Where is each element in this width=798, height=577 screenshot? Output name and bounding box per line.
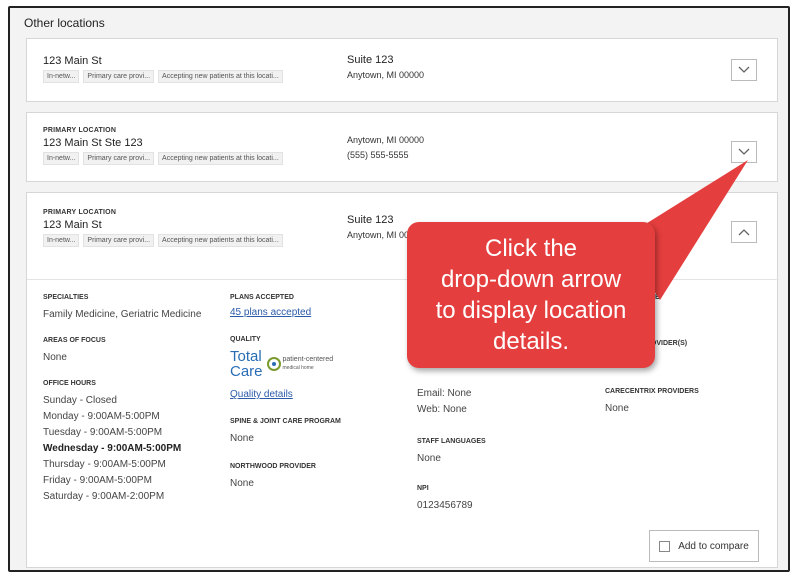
plans-accepted-link[interactable]: 45 plans accepted	[230, 307, 410, 318]
quality-details-link[interactable]: Quality details	[230, 389, 410, 400]
compare-checkbox[interactable]	[659, 540, 671, 552]
patient-centered-line2: medical home	[282, 365, 314, 371]
locations-panel: Other locations 123 Main St In-netw... P…	[8, 6, 790, 572]
office-hours-heading: OFFICE HOURS	[43, 380, 96, 387]
network-tag: In-netw...	[43, 152, 80, 165]
patient-centered-line1: patient-centered	[282, 356, 334, 363]
primary-location-label: PRIMARY LOCATION	[43, 127, 117, 134]
hours-saturday: Saturday - 9:00AM-2:00PM	[43, 491, 165, 502]
northwood-heading: NORTHWOOD PROVIDER	[230, 463, 316, 470]
hours-friday: Friday - 9:00AM-5:00PM	[43, 475, 152, 486]
pcp-tag: Primary care provi...	[83, 234, 155, 247]
web-value: Web: None	[417, 404, 467, 415]
hours-wednesday: Wednesday - 9:00AM-5:00PM	[43, 443, 182, 454]
location-city: Anytown, MI 00000	[347, 70, 425, 80]
hours-sunday: Sunday - Closed	[43, 395, 117, 406]
location-card[interactable]: PRIMARY LOCATION 123 Main St Ste 123 In-…	[26, 112, 778, 182]
total-care-line2: Care	[230, 363, 263, 380]
accepting-patients-tag: Accepting new patients at this locati...	[158, 70, 283, 83]
quality-heading: QUALITY	[230, 336, 261, 343]
location-card-expanded[interactable]: PRIMARY LOCATION 123 Main St In-netw... …	[26, 192, 779, 568]
location-address: 123 Main St	[43, 219, 102, 231]
spine-joint-heading: SPINE & JOINT CARE PROGRAM	[230, 418, 341, 425]
npi-value: 0123456789	[417, 500, 473, 511]
carecentrix-value: None	[605, 403, 629, 414]
callout-line3: to display location	[435, 297, 627, 324]
staff-languages-heading: STAFF LANGUAGES	[417, 438, 486, 445]
location-card[interactable]: 123 Main St In-netw... Primary care prov…	[26, 38, 778, 102]
plans-accepted-heading: PLANS ACCEPTED	[230, 294, 294, 301]
primary-location-label: PRIMARY LOCATION	[43, 209, 117, 216]
total-care-line1: Total	[230, 348, 262, 365]
instruction-callout: Click the drop-down arrow to display loc…	[407, 222, 655, 368]
npi-heading: NPI	[417, 485, 429, 492]
partial-heading: E	[655, 294, 660, 301]
collapse-toggle-button[interactable]	[731, 221, 757, 243]
callout-line1: Click the	[484, 235, 578, 262]
email-value: Email: None	[417, 388, 472, 399]
location-details: SPECIALTIES Family Medicine, Geriatric M…	[27, 279, 779, 567]
network-tag: In-netw...	[43, 70, 80, 83]
chevron-down-icon	[738, 148, 750, 155]
callout-line2: drop-down arrow	[440, 266, 622, 293]
staff-languages-value: None	[417, 453, 441, 464]
location-address: 123 Main St	[43, 55, 102, 67]
hours-monday: Monday - 9:00AM-5:00PM	[43, 411, 160, 422]
chevron-down-icon	[738, 66, 750, 73]
location-city: Anytown, MI 00000	[347, 135, 425, 145]
patient-centered-logo: patient-centered medical home	[266, 356, 334, 372]
spine-joint-value: None	[230, 433, 254, 444]
network-tag: In-netw...	[43, 234, 80, 247]
areas-of-focus-heading: AREAS OF FOCUS	[43, 337, 106, 344]
northwood-value: None	[230, 478, 254, 489]
patient-centered-icon	[266, 357, 281, 371]
callout-line4: details.	[492, 328, 570, 355]
location-phone: (555) 555-5555	[347, 150, 409, 160]
location-address: 123 Main St Ste 123	[43, 137, 143, 149]
areas-of-focus-value: None	[43, 352, 67, 363]
pcp-tag: Primary care provi...	[83, 70, 155, 83]
add-to-compare-button[interactable]: Add to compare	[649, 530, 759, 562]
expand-toggle-button[interactable]	[731, 141, 757, 163]
accepting-patients-tag: Accepting new patients at this locati...	[158, 152, 283, 165]
pcp-tag: Primary care provi...	[83, 152, 155, 165]
location-suite: Suite 123	[347, 214, 394, 226]
location-suite: Suite 123	[347, 54, 394, 66]
specialties-heading: SPECIALTIES	[43, 294, 89, 301]
expand-toggle-button[interactable]	[731, 59, 757, 81]
location-city: Anytown, MI 00	[347, 230, 410, 240]
accepting-patients-tag: Accepting new patients at this locati...	[158, 234, 283, 247]
specialties-value: Family Medicine, Geriatric Medicine	[43, 309, 202, 320]
total-care-logo: Total Care	[230, 349, 263, 379]
carecentrix-heading: CARECENTRIX PROVIDERS	[605, 388, 699, 395]
section-title: Other locations	[24, 16, 105, 30]
hours-thursday: Thursday - 9:00AM-5:00PM	[43, 459, 166, 470]
hours-tuesday: Tuesday - 9:00AM-5:00PM	[43, 427, 163, 438]
chevron-up-icon	[738, 229, 750, 236]
compare-label: Add to compare	[678, 540, 749, 552]
